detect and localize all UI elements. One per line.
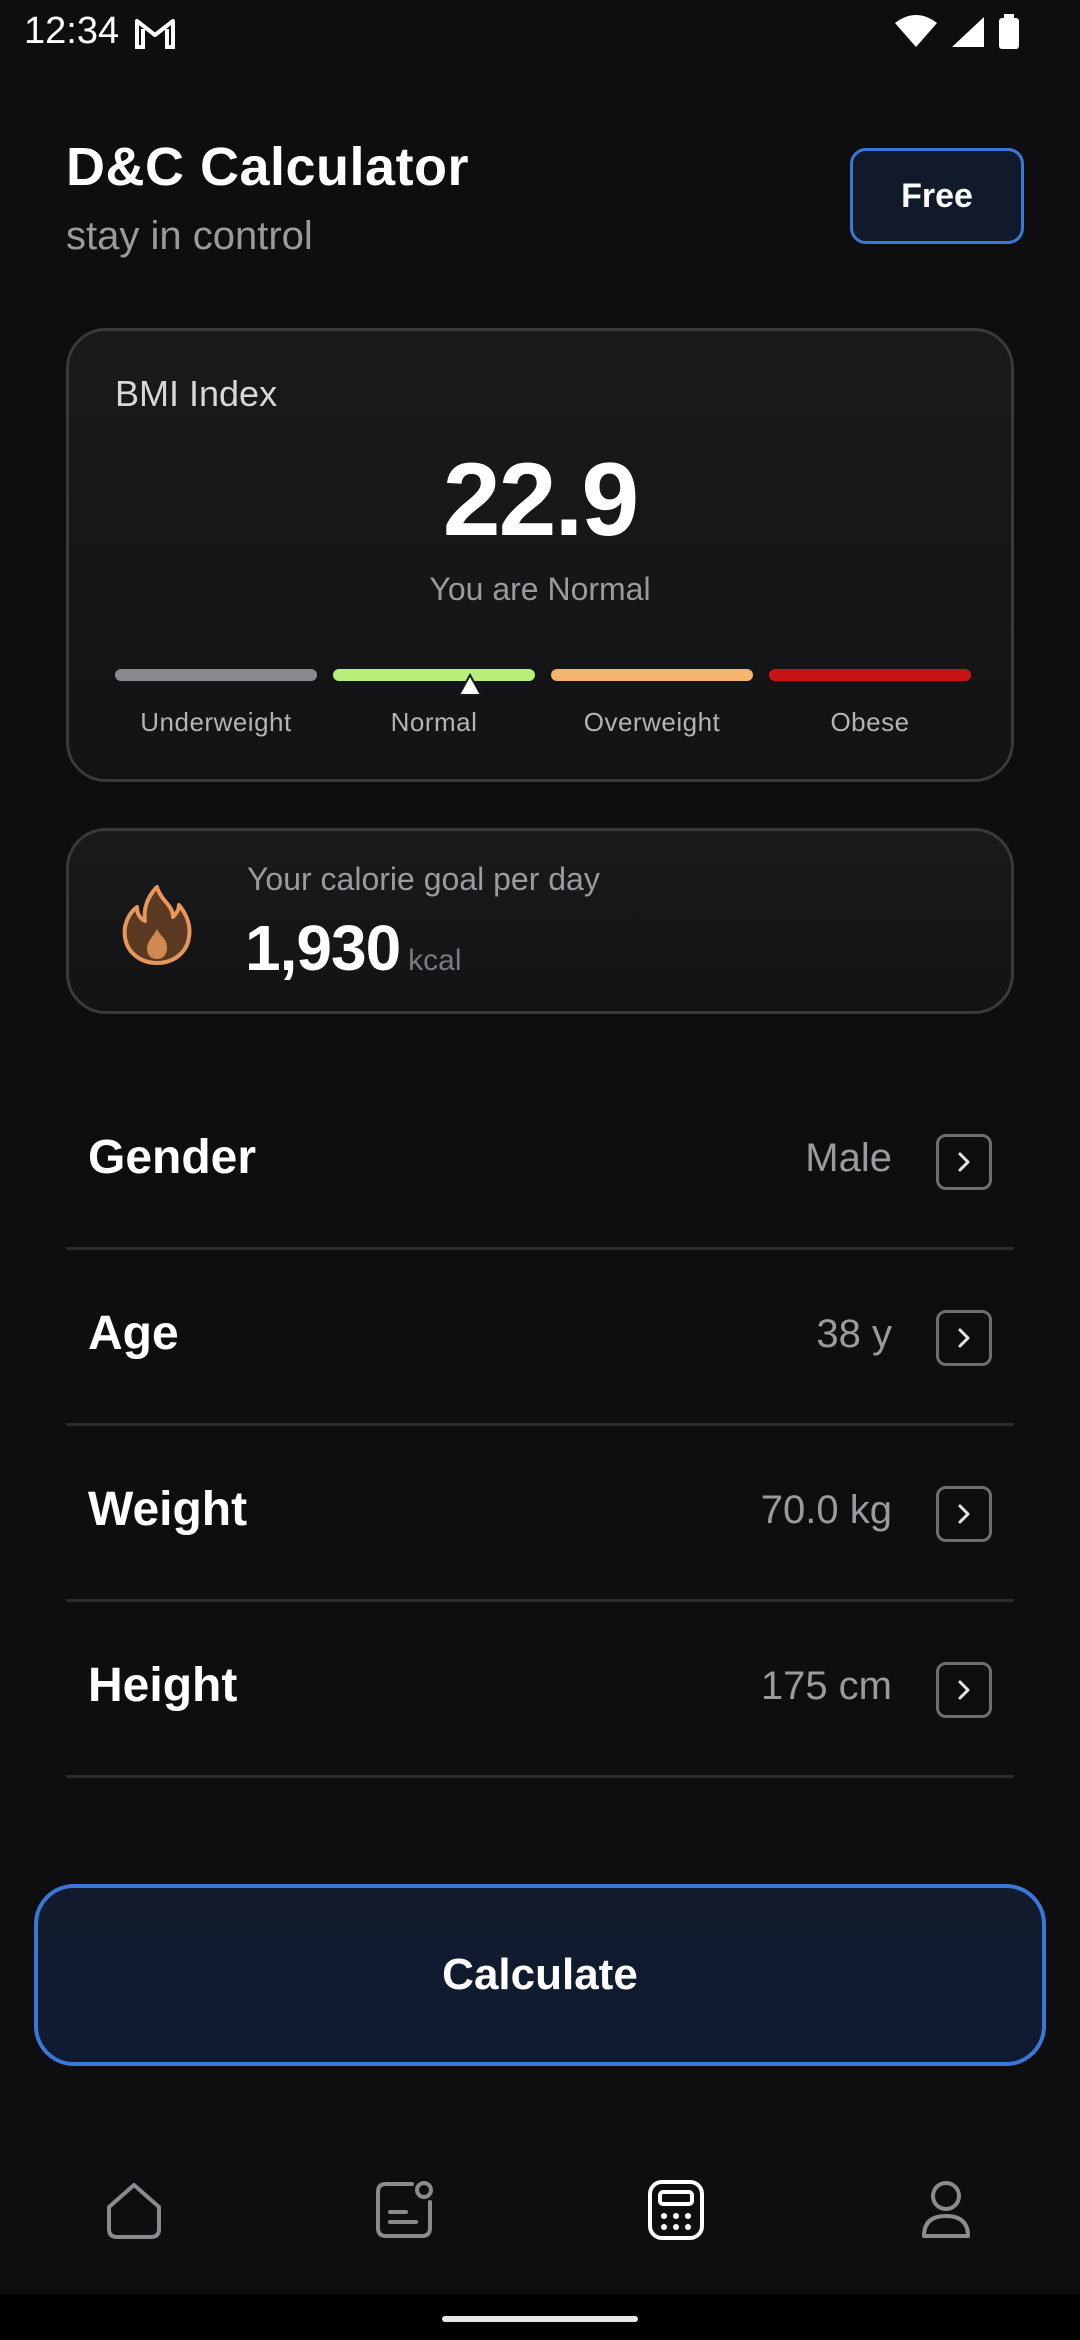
age-label: Age [88,1307,179,1360]
nav-profile[interactable] [910,2176,982,2248]
calorie-value-row: 1,930 kcal [245,911,462,985]
bottom-nav [0,2148,1080,2268]
bmi-marker-icon [457,672,483,702]
free-plan-button[interactable]: Free [850,148,1024,244]
profile-icon [916,2178,976,2247]
bmi-segment-obese [769,669,971,681]
bmi-label-overweight: Overweight [583,707,721,737]
screen: 12:34 D&C Calculator stay in control Fre… [0,0,1080,2340]
bmi-label-obese: Obese [830,707,910,737]
height-row[interactable]: Height 175 cm [66,1602,1014,1778]
nav-journal[interactable] [368,2176,440,2248]
height-label: Height [88,1659,238,1712]
weight-row[interactable]: Weight 70.0 kg [66,1426,1014,1602]
calorie-value: 1,930 [245,912,401,984]
bmi-title: BMI Index [115,373,278,414]
gender-chevron-right-icon[interactable] [936,1134,992,1190]
gender-row[interactable]: Gender Male [66,1074,1014,1250]
signal-icon [950,15,986,54]
calorie-unit: kcal [408,944,462,977]
height-value: 175 cm [760,1664,892,1708]
age-value: 38 y [816,1312,892,1356]
battery-icon [998,14,1020,55]
status-time: 12:34 [24,10,120,52]
nav-home[interactable] [98,2176,170,2248]
home-indicator[interactable] [442,2316,638,2322]
journal-icon [372,2178,436,2247]
flame-icon [121,883,193,965]
gender-label: Gender [88,1131,257,1184]
bmi-status: You are Normal [429,571,651,607]
input-list: Gender Male Age 38 y Weight 70.0 kg Heig… [66,1074,1014,1778]
home-icon [103,2179,165,2246]
age-row[interactable]: Age 38 y [66,1250,1014,1426]
age-chevron-right-icon[interactable] [936,1310,992,1366]
status-bar: 12:34 [0,0,1080,66]
bmi-label-underweight: Underweight [140,707,292,737]
bmi-label-normal: Normal [390,707,478,737]
calorie-label: Your calorie goal per day [247,861,600,897]
app-title: D&C Calculator [66,137,470,197]
calculate-button[interactable]: Calculate [34,1884,1046,2066]
nav-calculator[interactable] [640,2176,712,2248]
calculator-icon [644,2178,708,2247]
bmi-segment-normal [333,669,535,681]
wifi-icon [894,15,938,54]
weight-value: 70.0 kg [760,1488,892,1532]
calorie-card: Your calorie goal per day 1,930 kcal [66,828,1014,1014]
bmi-card: BMI Index 22.9 You are Normal Underweigh… [66,328,1014,782]
height-chevron-right-icon[interactable] [936,1662,992,1718]
weight-label: Weight [88,1483,248,1536]
bmi-value: 22.9 [442,442,639,558]
bmi-scale: Underweight Normal Overweight Obese [115,669,973,759]
gmail-icon [134,16,176,55]
bmi-segment-underweight [115,669,317,681]
app-subtitle: stay in control [66,214,313,258]
gender-value: Male [805,1136,892,1180]
weight-chevron-right-icon[interactable] [936,1486,992,1542]
bmi-segment-overweight [551,669,753,681]
